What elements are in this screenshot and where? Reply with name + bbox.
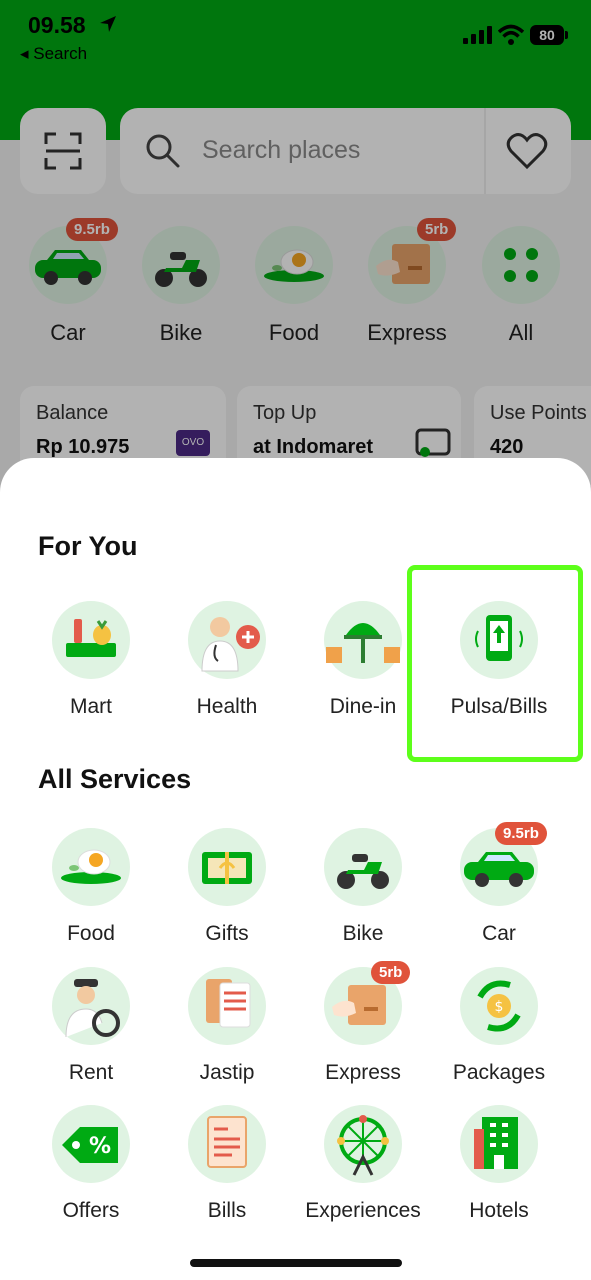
all-services-heading: All Services [38, 764, 192, 794]
bills-icon [188, 1105, 266, 1183]
pulsa-bills-highlight [407, 565, 583, 762]
service-bills[interactable]: Bills [159, 1105, 295, 1223]
food-icon [52, 828, 130, 906]
service-car[interactable]: 9.5rb Car [431, 822, 567, 946]
dine-in-icon [324, 601, 402, 679]
service-food[interactable]: Food [23, 828, 159, 946]
for-you-health[interactable]: Health [159, 601, 295, 719]
rent-label: Rent [68, 1061, 114, 1084]
packages-label: Packages [452, 1061, 546, 1084]
offers-label: Offers [62, 1199, 120, 1222]
rent-icon [52, 967, 130, 1045]
bike-icon [324, 828, 402, 906]
service-experiences[interactable]: Experiences [295, 1105, 431, 1223]
jastip-icon [188, 967, 266, 1045]
for-you-mart[interactable]: Mart [23, 601, 159, 719]
for-you-heading: For You [38, 531, 138, 561]
gifts-label: Gifts [205, 922, 249, 945]
health-label: Health [196, 695, 258, 718]
service-hotels[interactable]: Hotels [431, 1105, 567, 1223]
food-label: Food [67, 922, 115, 945]
offers-icon: % [52, 1105, 130, 1183]
service-jastip[interactable]: Jastip [159, 967, 295, 1085]
service-bike[interactable]: Bike [295, 828, 431, 946]
service-packages[interactable]: $ Packages [431, 967, 567, 1085]
mart-label: Mart [70, 695, 112, 718]
gift-icon [188, 828, 266, 906]
home-indicator[interactable] [190, 1259, 402, 1267]
experiences-icon [324, 1105, 402, 1183]
svg-text:%: % [89, 1134, 111, 1159]
service-express[interactable]: 5rb Express [295, 961, 431, 1085]
express-label: Express [325, 1061, 401, 1084]
hotels-label: Hotels [469, 1199, 529, 1222]
service-rent[interactable]: Rent [23, 967, 159, 1085]
bike-label: Bike [342, 922, 384, 945]
express-badge: 5rb [371, 961, 411, 984]
car-badge: 9.5rb [495, 822, 547, 845]
packages-icon: $ [460, 967, 538, 1045]
svg-text:$: $ [495, 999, 504, 1015]
health-icon [188, 601, 266, 679]
car-label: Car [482, 922, 516, 945]
service-gifts[interactable]: Gifts [159, 828, 295, 946]
experiences-label: Experiences [305, 1199, 421, 1222]
service-offers[interactable]: % Offers [23, 1105, 159, 1223]
mart-icon [52, 601, 130, 679]
hotels-icon [460, 1105, 538, 1183]
bills-label: Bills [207, 1199, 247, 1222]
jastip-label: Jastip [199, 1061, 255, 1084]
